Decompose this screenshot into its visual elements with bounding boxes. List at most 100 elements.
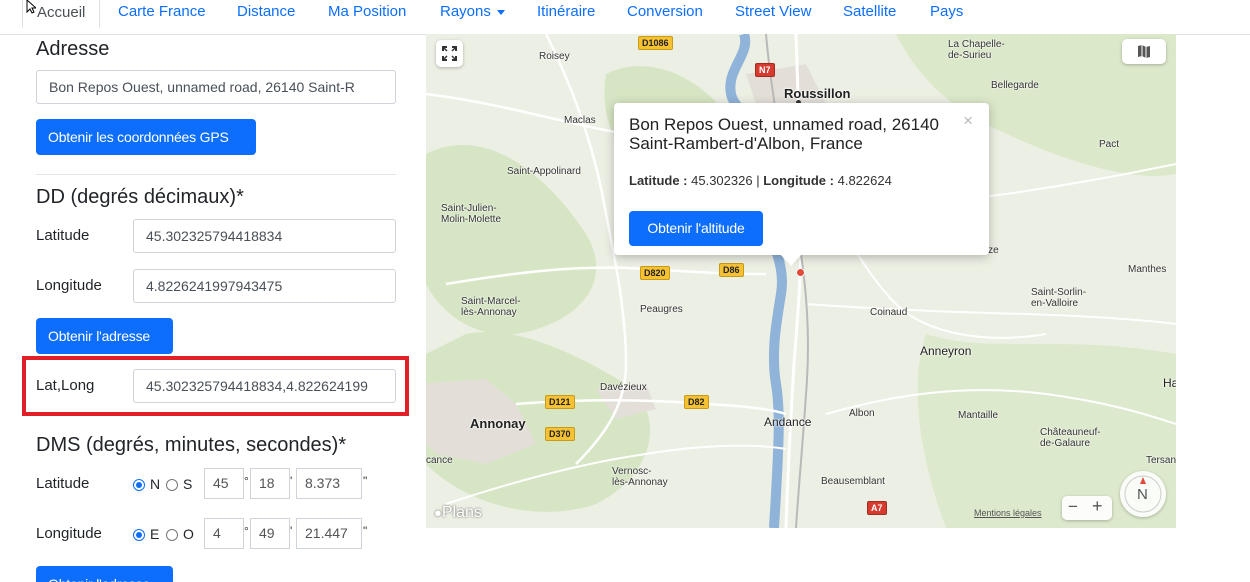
road-shield: D370 xyxy=(545,427,575,441)
tab-itineraire[interactable]: Itinéraire xyxy=(537,0,595,35)
popup-lat-value: 45.302326 xyxy=(691,173,753,188)
lat-degrees-input[interactable]: 45 xyxy=(204,468,244,499)
place-label: Annonay xyxy=(470,416,526,431)
dms-latitude-label: Latitude xyxy=(36,475,90,492)
place-label: Pact xyxy=(1099,139,1120,150)
get-altitude-button[interactable]: Obtenir l'altitude xyxy=(629,211,763,246)
zoom-control: − + xyxy=(1062,496,1112,520)
location-marker[interactable] xyxy=(796,268,805,277)
popup-title: Bon Repos Ouest, unnamed road, 26140 Sai… xyxy=(629,115,939,153)
map-type-button[interactable] xyxy=(1122,39,1166,64)
tab-satellite[interactable]: Satellite xyxy=(843,0,896,35)
compass-label: N xyxy=(1137,486,1148,503)
dd-longitude-input[interactable]: 4.8226241997943475 xyxy=(133,269,396,303)
dms-heading: DMS (degrés, minutes, secondes)* xyxy=(36,434,347,456)
close-icon[interactable]: × xyxy=(963,111,973,131)
lon-degrees-input[interactable]: 4 xyxy=(204,518,244,549)
tab-pays[interactable]: Pays xyxy=(930,0,963,35)
road-shield: D1086 xyxy=(638,36,673,50)
radio-south-label: S xyxy=(183,476,193,492)
place-label: Vernosc- lès-Annonay xyxy=(612,466,668,488)
fullscreen-button[interactable] xyxy=(436,40,463,67)
tab-carte-france[interactable]: Carte France xyxy=(118,0,206,35)
place-label: Roisey xyxy=(539,51,570,62)
degree-symbol: ° xyxy=(244,524,249,538)
place-label: Saint-Marcel- lès-Annonay xyxy=(461,296,521,318)
zoom-out-button[interactable]: − xyxy=(1068,497,1078,517)
place-label: La Chapelle- de-Surieu xyxy=(948,39,1005,61)
road-shield: D82 xyxy=(684,395,709,409)
radio-east[interactable] xyxy=(133,529,145,541)
place-label: Maclas xyxy=(564,115,596,126)
place-label: Davézieux xyxy=(600,382,647,393)
place-label: Mantaille xyxy=(958,410,999,421)
road-shield: D820 xyxy=(640,266,670,280)
road-shield: N7 xyxy=(755,63,775,77)
tab-street-view[interactable]: Street View xyxy=(735,0,811,35)
radio-north[interactable] xyxy=(133,479,145,491)
dd-latitude-input[interactable]: 45.302325794418834 xyxy=(133,219,396,253)
lon-seconds-input[interactable]: 21.447 xyxy=(296,518,362,549)
mouse-cursor-icon xyxy=(26,0,36,14)
dd-latitude-label: Latitude xyxy=(36,227,90,244)
expand-icon xyxy=(442,46,457,61)
place-label: Peaugres xyxy=(640,304,683,315)
place-label: Saint-Appolinard xyxy=(507,166,581,177)
radio-west[interactable] xyxy=(166,529,178,541)
popup-lon-value: 4.822624 xyxy=(837,173,892,188)
popup-lat-label: Latitude : xyxy=(629,173,688,188)
divider xyxy=(36,174,396,175)
get-gps-coordinates-button[interactable]: Obtenir les coordonnées GPS xyxy=(36,119,256,155)
tab-conversion[interactable]: Conversion xyxy=(627,0,703,35)
radio-west-label: O xyxy=(183,526,194,542)
radio-north-label: N xyxy=(150,476,161,492)
nav-tabs: Accueil Carte France Distance Ma Positio… xyxy=(0,0,1250,35)
place-label: Albon xyxy=(849,408,875,419)
tab-distance[interactable]: Distance xyxy=(237,0,295,35)
tab-rayons-label: Rayons xyxy=(440,3,491,20)
place-label: Bellegarde xyxy=(991,80,1039,91)
minute-symbol: ' xyxy=(290,474,293,488)
lon-minutes-input[interactable]: 49 xyxy=(250,518,290,549)
dd-heading: DD (degrés décimaux)* xyxy=(36,186,244,208)
road-shield: D86 xyxy=(719,263,744,277)
address-heading: Adresse xyxy=(36,38,110,60)
compass-button[interactable]: N xyxy=(1120,471,1166,517)
dms-get-address-button[interactable]: Obtenir l'adresse xyxy=(36,566,173,582)
place-label: Saint-Sorlin- en-Valloire xyxy=(1031,287,1087,309)
tab-ma-position[interactable]: Ma Position xyxy=(328,0,406,35)
place-label: Roussillon xyxy=(784,86,851,101)
highlight-box xyxy=(22,356,409,416)
lat-seconds-input[interactable]: 8.373 xyxy=(296,468,362,499)
place-label: Ha xyxy=(1163,376,1176,390)
apple-logo-icon: ● xyxy=(434,505,442,520)
degree-symbol: ° xyxy=(244,474,249,488)
tab-rayons[interactable]: Rayons xyxy=(440,0,505,35)
radio-south[interactable] xyxy=(166,479,178,491)
dd-longitude-label: Longitude xyxy=(36,277,102,294)
lat-minutes-input[interactable]: 18 xyxy=(250,468,290,499)
second-symbol: " xyxy=(363,474,368,488)
address-input[interactable]: Bon Repos Ouest, unnamed road, 26140 Sai… xyxy=(36,70,396,104)
place-label: Tersan xyxy=(1146,455,1176,466)
place-label: cance xyxy=(426,455,453,466)
attribution-text: Plans xyxy=(441,504,482,521)
road-shield: D121 xyxy=(545,395,575,409)
place-label: Saint-Julien- Molin-Molette xyxy=(441,203,502,225)
place-label: Châteauneuf- de-Galaure xyxy=(1040,427,1101,449)
place-label: Coinaud xyxy=(870,307,908,318)
road-shield: A7 xyxy=(867,501,887,515)
apple-maps-attribution: ●Plans xyxy=(434,504,482,522)
caret-down-icon xyxy=(496,9,505,15)
popup-coordinates: Latitude : 45.302326 | Longitude : 4.822… xyxy=(629,173,892,188)
popup-lon-label: Longitude : xyxy=(763,173,834,188)
legal-link[interactable]: Mentions légales xyxy=(974,508,1042,518)
map-icon xyxy=(1138,45,1150,58)
get-address-button[interactable]: Obtenir l'adresse xyxy=(36,318,173,354)
place-label: Andance xyxy=(764,415,812,429)
popup-separator: | xyxy=(756,173,760,188)
minute-symbol: ' xyxy=(290,524,293,538)
radio-east-label: E xyxy=(150,526,160,542)
place-label: Manthes xyxy=(1128,264,1167,275)
zoom-in-button[interactable]: + xyxy=(1092,496,1103,517)
